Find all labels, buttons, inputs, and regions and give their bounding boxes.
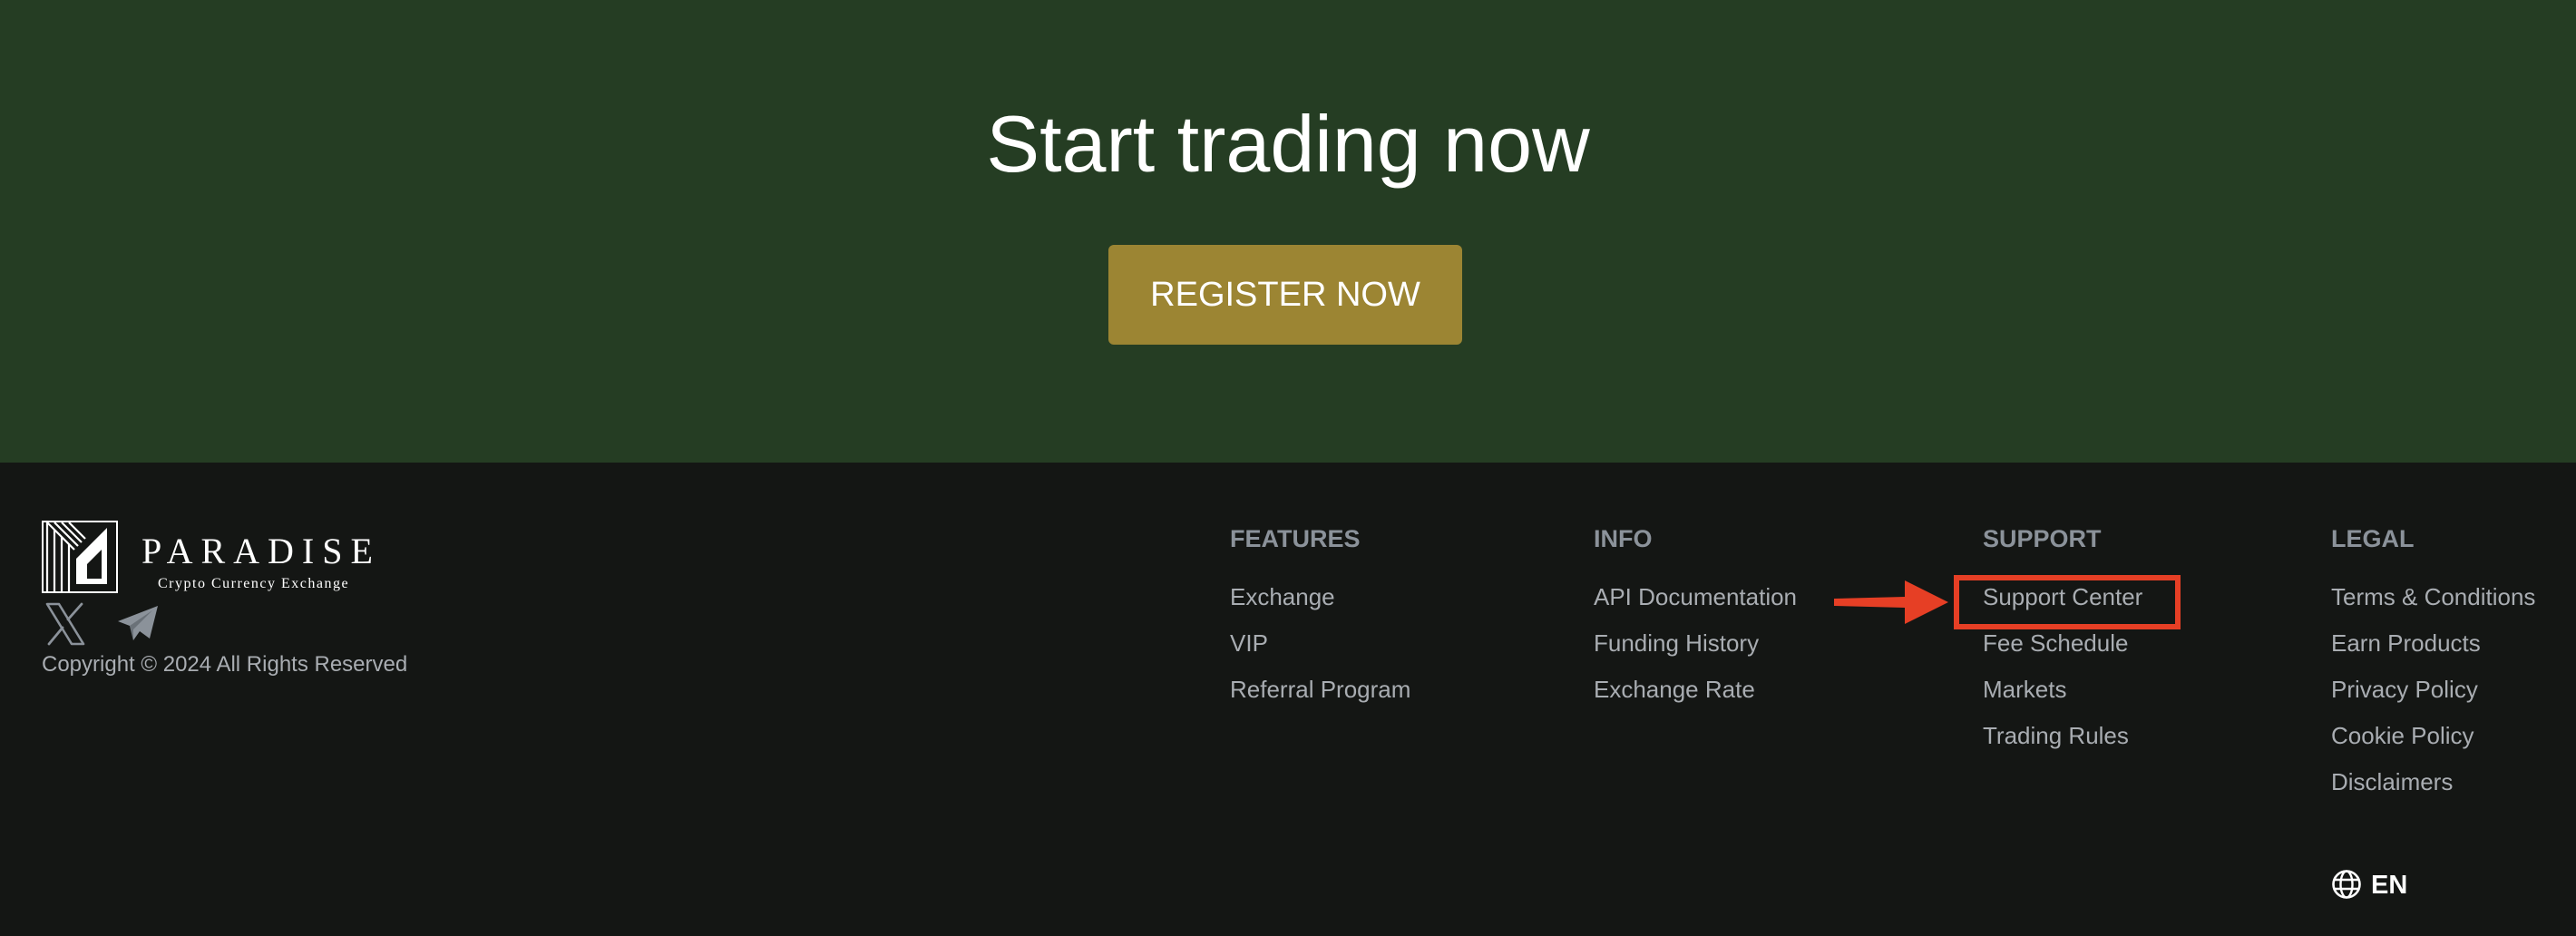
page: Start trading now REGISTER NOW PARADISE … <box>0 0 2576 936</box>
list-item: Disclaimers <box>2331 765 2535 812</box>
column-heading: SUPPORT <box>1983 525 2102 552</box>
list-item: Exchange <box>1230 580 1410 627</box>
telegram-icon <box>118 606 158 640</box>
column-heading: LEGAL <box>2331 525 2415 552</box>
footer-link-trading-rules[interactable]: Trading Rules <box>1983 719 2129 752</box>
footer-column-info: INFO API Documentation Funding History E… <box>1594 522 1797 719</box>
paradise-logo-icon <box>42 521 118 593</box>
brand-tagline: Crypto Currency Exchange <box>158 576 350 591</box>
telegram-link[interactable] <box>114 600 161 648</box>
list-item: Trading Rules <box>1983 719 2142 765</box>
x-link[interactable] <box>42 600 89 648</box>
footer-link-vip[interactable]: VIP <box>1230 627 1268 659</box>
copyright-text: Copyright © 2024 All Rights Reserved <box>42 652 408 677</box>
cta-title: Start trading now <box>986 99 1590 189</box>
brand-logo[interactable]: PARADISE Crypto Currency Exchange <box>42 521 386 599</box>
footer-link-exchange[interactable]: Exchange <box>1230 580 1335 613</box>
register-now-button[interactable]: REGISTER NOW <box>1108 245 1462 345</box>
list-item: Terms & Conditions <box>2331 580 2535 627</box>
brand-name: PARADISE <box>141 531 381 571</box>
footer-column-features: FEATURES Exchange VIP Referral Program <box>1230 522 1410 719</box>
link-list: Terms & Conditions Earn Products Privacy… <box>2331 580 2535 812</box>
footer-link-markets[interactable]: Markets <box>1983 673 2066 706</box>
language-code: EN <box>2371 871 2408 900</box>
list-item: Fee Schedule <box>1983 627 2142 673</box>
list-item: VIP <box>1230 627 1410 673</box>
list-item: Cookie Policy <box>2331 719 2535 765</box>
footer-column-support: SUPPORT Support Center Fee Schedule Mark… <box>1983 522 2142 765</box>
footer-link-funding-history[interactable]: Funding History <box>1594 627 1759 659</box>
link-list: API Documentation Funding History Exchan… <box>1594 580 1797 719</box>
list-item: API Documentation <box>1594 580 1797 627</box>
footer-link-referral-program[interactable]: Referral Program <box>1230 673 1410 706</box>
list-item: Exchange Rate <box>1594 673 1797 719</box>
list-item: Funding History <box>1594 627 1797 673</box>
column-heading: FEATURES <box>1230 525 1361 552</box>
footer-link-fee-schedule[interactable]: Fee Schedule <box>1983 627 2128 659</box>
x-icon <box>45 602 85 646</box>
footer-link-cookie-policy[interactable]: Cookie Policy <box>2331 719 2474 752</box>
footer-link-exchange-rate[interactable]: Exchange Rate <box>1594 673 1755 706</box>
list-item: Earn Products <box>2331 627 2535 673</box>
footer-link-api-documentation[interactable]: API Documentation <box>1594 580 1797 613</box>
list-item: Referral Program <box>1230 673 1410 719</box>
footer-link-disclaimers[interactable]: Disclaimers <box>2331 765 2453 798</box>
footer: PARADISE Crypto Currency Exchange Copyri… <box>0 463 2576 936</box>
annotation-arrow-icon <box>1834 580 1948 624</box>
globe-icon <box>2332 870 2361 899</box>
column-heading: INFO <box>1594 525 1653 552</box>
footer-link-privacy-policy[interactable]: Privacy Policy <box>2331 673 2478 706</box>
annotation-highlight-box <box>1954 575 2181 629</box>
list-item: Markets <box>1983 673 2142 719</box>
footer-link-earn-products[interactable]: Earn Products <box>2331 627 2481 659</box>
footer-column-legal: LEGAL Terms & Conditions Earn Products P… <box>2331 522 2535 812</box>
cta-banner: Start trading now REGISTER NOW <box>0 0 2576 463</box>
list-item: Privacy Policy <box>2331 673 2535 719</box>
footer-link-terms-conditions[interactable]: Terms & Conditions <box>2331 580 2535 613</box>
link-list: Exchange VIP Referral Program <box>1230 580 1410 719</box>
